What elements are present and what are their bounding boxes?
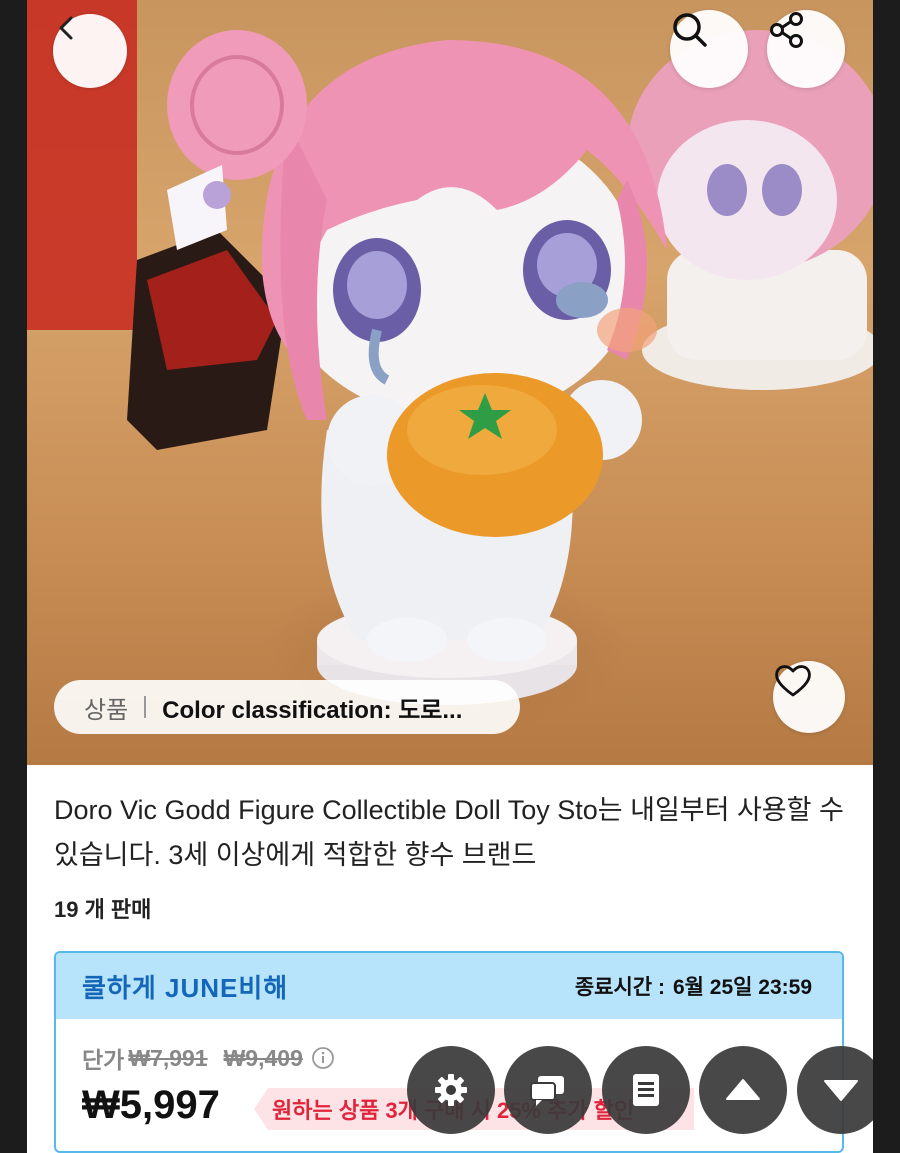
sold-count: 19 개 판매 [54,897,152,922]
promo-header: 쿨하게 JUNE비해 종료시간 : 6월 25일 23:59 [56,953,842,1019]
share-button[interactable] [767,10,845,88]
unit-price-row: 단가 ₩7,991 ₩9,409 [82,1041,335,1075]
product-image[interactable]: 상품 Color classification: 도로... [27,0,873,765]
chat-icon [530,1076,564,1106]
back-button[interactable] [53,14,127,88]
product-title: Doro Vic Godd Figure Collectible Doll To… [54,795,844,870]
chat-button[interactable] [504,1046,592,1134]
chevron-left-icon [59,16,73,40]
divider [144,696,147,718]
end-time-label: 종료시간 : [574,976,665,999]
app-screen: 상품 Color classification: 도로... Doro Vic … [27,0,873,1153]
promo-title: 쿨하게 JUNE비해 [82,972,289,1003]
variant-value: Color classification: 도로... [162,696,463,724]
document-icon [633,1074,659,1106]
info-icon[interactable] [311,1046,335,1070]
triangle-up-icon [726,1079,760,1100]
share-icon [770,12,803,48]
original-price: ₩9,409 [223,1044,303,1071]
promo-end-time: 종료시간 : 6월 25일 23:59 [575,971,812,1001]
unit-price: ₩7,991 [128,1044,208,1071]
gear-icon [435,1074,467,1106]
variant-tag: 상품 [84,696,129,724]
search-icon [673,13,707,47]
end-time-value: 6월 25일 23:59 [672,976,812,999]
heart-icon [775,665,811,697]
sale-price: ₩5,997 [82,1083,220,1127]
scroll-up-button[interactable] [699,1046,787,1134]
figure-illustration [27,0,873,705]
variant-selector[interactable]: 상품 Color classification: 도로... [54,680,520,734]
wishlist-button[interactable] [773,661,845,733]
settings-button[interactable] [407,1046,495,1134]
triangle-down-icon [824,1080,858,1101]
document-button[interactable] [602,1046,690,1134]
search-button[interactable] [670,10,748,88]
unit-price-label: 단가 [82,1047,125,1073]
